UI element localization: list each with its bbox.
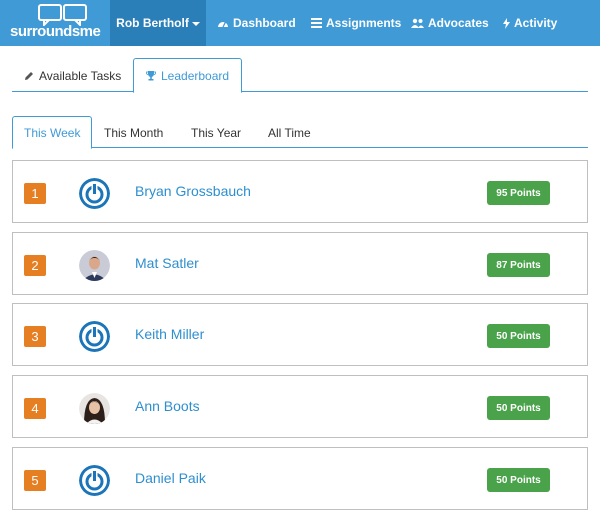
points-badge: 87 Points <box>487 253 550 277</box>
rank-badge: 5 <box>24 470 46 491</box>
advocate-name[interactable]: Daniel Paik <box>135 470 206 486</box>
tab-this-year[interactable]: This Year <box>180 116 252 149</box>
nav-advocates-label: Advocates <box>428 16 489 30</box>
avatar <box>79 250 110 281</box>
nav-activity[interactable]: Activity <box>503 0 557 46</box>
tab-available-tasks-label: Available Tasks <box>39 68 122 83</box>
advocate-name[interactable]: Mat Satler <box>135 255 199 271</box>
tab-all-time[interactable]: All Time <box>257 116 322 149</box>
nav-advocates[interactable]: Advocates <box>411 0 489 46</box>
tab-available-tasks[interactable]: Available Tasks <box>12 58 133 93</box>
leaderboard-row: 3 Keith Miller 50 Points <box>12 303 588 366</box>
list-icon <box>311 18 322 28</box>
nav-dashboard-label: Dashboard <box>233 16 296 30</box>
tab-this-week-label: This Week <box>24 125 81 140</box>
rank-badge: 2 <box>24 255 46 276</box>
caret-down-icon <box>191 21 200 26</box>
leaderboard-row: 5 Daniel Paik 50 Points <box>12 447 588 510</box>
nav-dashboard[interactable]: Dashboard <box>217 0 296 46</box>
logo-text: surroundsme <box>10 23 101 40</box>
points-badge: 50 Points <box>487 468 550 492</box>
avatar <box>79 393 110 424</box>
power-icon <box>79 465 110 496</box>
avatar <box>79 178 110 209</box>
avatar <box>79 321 110 352</box>
user-photo-icon <box>79 393 110 424</box>
nav-assignments[interactable]: Assignments <box>311 0 401 46</box>
leaderboard-row: 1 Bryan Grossbauch 95 Points <box>12 160 588 223</box>
primary-tabs: Available Tasks Leaderboard <box>12 58 588 93</box>
tab-this-month-label: This Month <box>104 125 164 140</box>
tab-this-week[interactable]: This Week <box>12 116 93 149</box>
points-badge: 50 Points <box>487 396 550 420</box>
points-badge: 95 Points <box>487 181 550 205</box>
pencil-icon <box>25 71 33 80</box>
rank-badge: 4 <box>24 398 46 419</box>
user-name: Rob Bertholf <box>116 16 189 30</box>
advocate-name[interactable]: Keith Miller <box>135 326 204 342</box>
nav-activity-label: Activity <box>514 16 558 30</box>
user-menu-dropdown[interactable]: Rob Bertholf <box>110 0 206 46</box>
tab-this-year-label: This Year <box>191 125 242 140</box>
tab-leaderboard-label: Leaderboard <box>161 68 230 83</box>
surroundsme-logo[interactable]: surroundsme <box>8 4 101 42</box>
advocate-name[interactable]: Ann Boots <box>135 398 200 414</box>
users-icon <box>411 18 424 28</box>
tab-leaderboard[interactable]: Leaderboard <box>133 58 243 93</box>
bolt-icon <box>503 17 510 29</box>
rank-badge: 3 <box>24 326 46 347</box>
tab-all-time-label: All Time <box>268 125 311 140</box>
tab-this-month[interactable]: This Month <box>93 116 174 149</box>
nav-assignments-label: Assignments <box>326 16 402 30</box>
advocate-name[interactable]: Bryan Grossbauch <box>135 183 251 199</box>
period-tabs: This Week This Month This Year All Time <box>12 116 588 149</box>
power-icon <box>79 321 110 352</box>
rank-badge: 1 <box>24 183 46 204</box>
points-badge: 50 Points <box>487 324 550 348</box>
leaderboard-row: 4 Ann Boots 50 Points <box>12 375 588 438</box>
user-photo-icon <box>79 250 110 281</box>
avatar <box>79 465 110 496</box>
leaderboard-row: 2 Mat Satler 87 Points <box>12 232 588 295</box>
power-icon <box>79 178 110 209</box>
trophy-icon <box>146 70 156 80</box>
dashboard-icon <box>218 21 228 28</box>
top-navbar: surroundsme Rob Bertholf Dashboard Assig… <box>0 0 600 46</box>
